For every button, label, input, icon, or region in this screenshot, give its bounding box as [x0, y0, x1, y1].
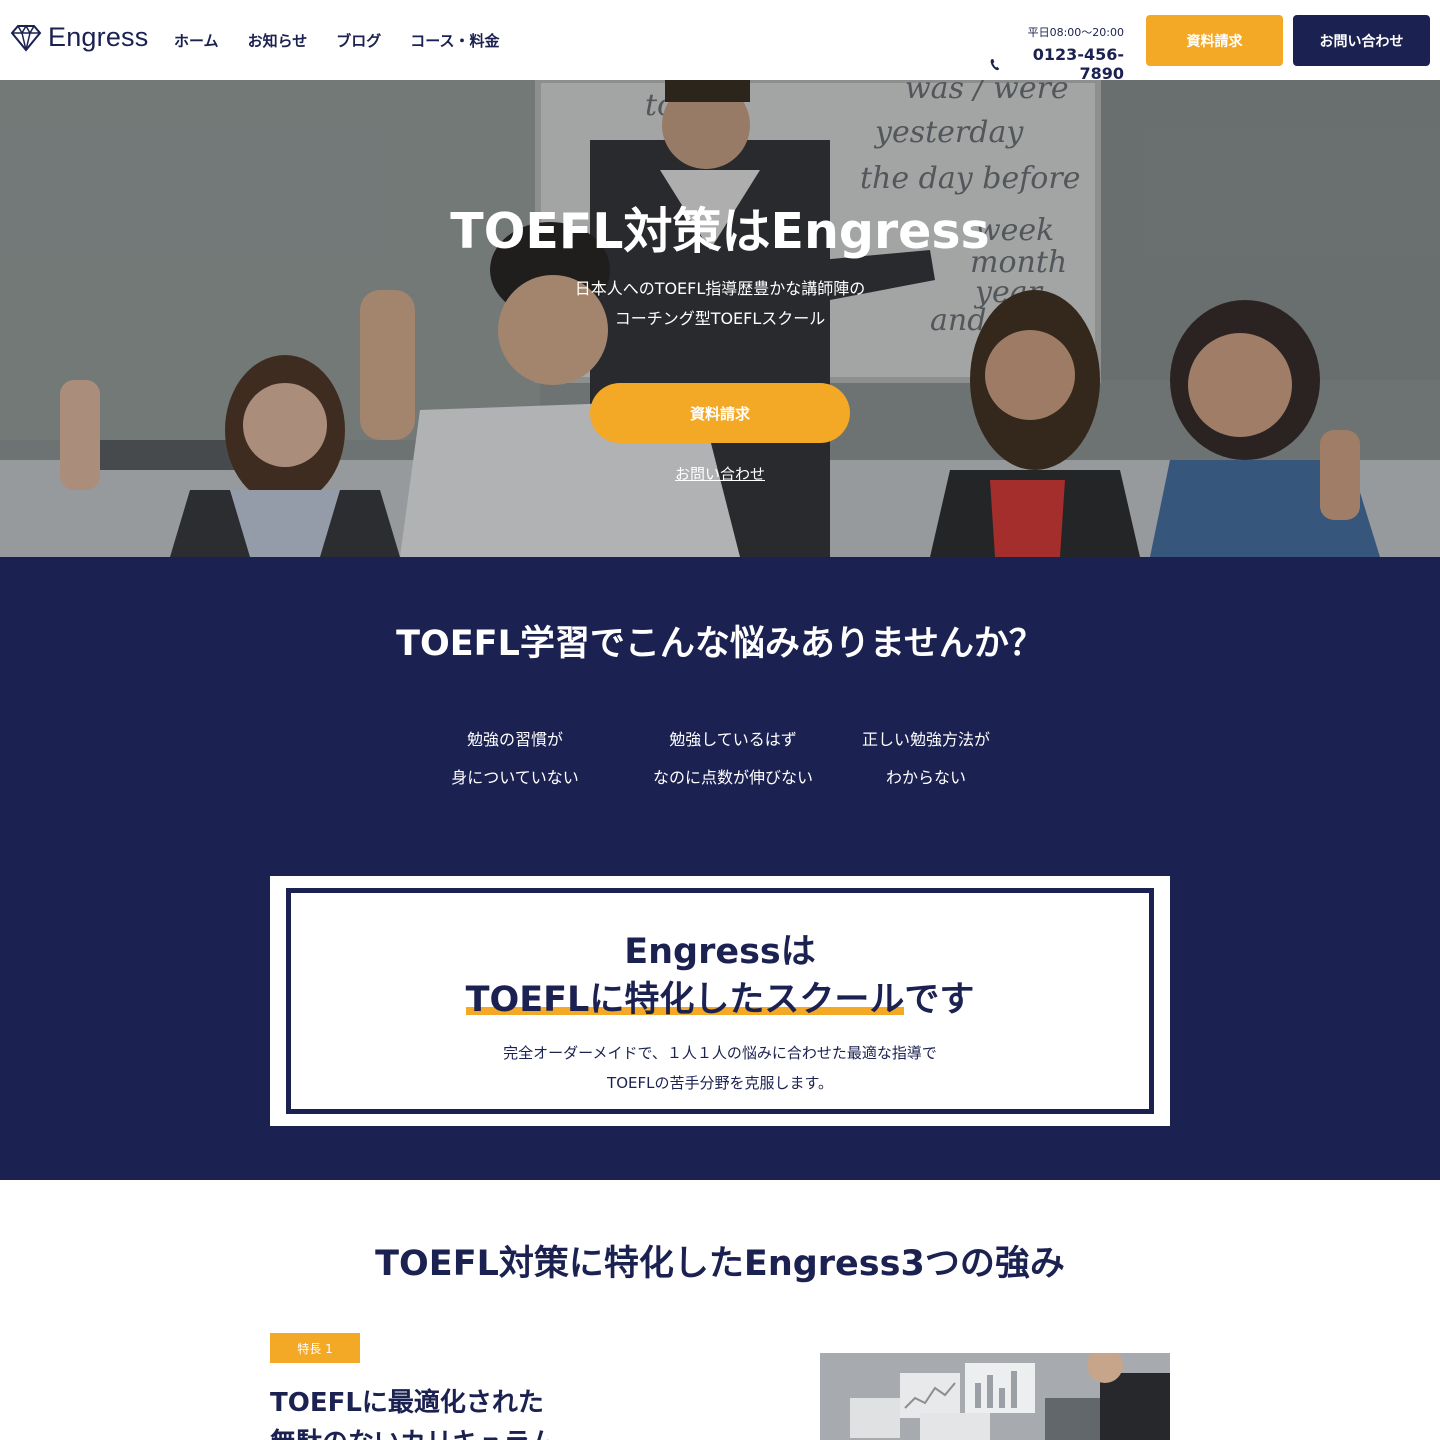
nav-courses[interactable]: コース・料金 [410, 30, 499, 51]
strength-heading-line2: 無駄のないカリキュラム [270, 1423, 555, 1440]
strength-heading-line1: TOEFLに最適化された [270, 1388, 544, 1418]
strength-photo [820, 1353, 1170, 1440]
nav-home[interactable]: ホーム [174, 30, 219, 51]
hero-request-docs-button[interactable]: 資料請求 [590, 383, 850, 443]
hero-subtitle: 日本人へのTOEFL指導歴豊かな講師陣の コーチング型TOEFLスクール [0, 274, 1440, 334]
nav-blog[interactable]: ブログ [336, 30, 381, 51]
problem-item: 正しい勉強方法が わからない [816, 721, 1036, 797]
main-nav: ホーム お知らせ ブログ コース・料金 [174, 30, 529, 51]
feature-badge: 特長 1 [270, 1333, 360, 1363]
hero-subtitle-line1: 日本人へのTOEFL指導歴豊かな講師陣の [574, 279, 866, 298]
contact-info: 平日08:00〜20:00 0123-456-7890 [990, 24, 1124, 83]
feature-box-heading-suffix: です [904, 980, 975, 1020]
phone-text: 0123-456-7890 [1032, 45, 1124, 83]
problem-item-line2: 身についていない [451, 768, 579, 787]
problems-section: TOEFL学習でこんな悩みありませんか？ 勉強の習慣が 身についていない 勉強し… [0, 557, 1440, 1180]
feature-box: Engressは TOEFLに特化したスクールです 完全オーダーメイドで、１人１… [270, 876, 1170, 1126]
problems-title: TOEFL学習でこんな悩みありませんか？ [396, 624, 1044, 664]
problem-item: 勉強の習慣が 身についていない [405, 721, 625, 797]
strength-image [820, 1353, 1170, 1440]
problem-item-line1: 正しい勉強方法が [861, 730, 990, 749]
logo[interactable]: Engress [10, 22, 148, 53]
logo-text: Engress [48, 22, 149, 52]
problem-item: 勉強しているはず なのに点数が伸びない [623, 721, 843, 797]
problem-item-line2: わからない [885, 768, 966, 787]
business-hours: 平日08:00〜20:00 [1027, 26, 1124, 39]
hero-title: TOEFL対策はEngress [450, 203, 990, 260]
feature-box-heading-line2: TOEFLに特化したスクールです [291, 971, 1149, 1022]
problem-item-line2: なのに点数が伸びない [652, 768, 813, 787]
feature-box-highlight: TOEFLに特化したスクール [465, 980, 905, 1020]
strength-heading: TOEFLに最適化された 無駄のないカリキュラム [270, 1383, 555, 1440]
problem-item-line1: 勉強の習慣が [466, 730, 563, 749]
feature-box-desc-line1: 完全オーダーメイドで、１人１人の悩みに合わせた最適な指導で [503, 1044, 937, 1062]
diamond-icon [10, 23, 42, 52]
header-request-docs-button[interactable]: 資料請求 [1146, 15, 1283, 66]
phone-number[interactable]: 0123-456-7890 [990, 45, 1124, 83]
hero-contact-link-text[interactable]: お問い合わせ [675, 465, 765, 483]
feature-box-description: 完全オーダーメイドで、１人１人の悩みに合わせた最適な指導で TOEFLの苦手分野… [291, 1038, 1149, 1098]
problem-item-line1: 勉強しているはず [669, 730, 797, 749]
header-contact-button[interactable]: お問い合わせ [1293, 15, 1430, 66]
nav-news[interactable]: お知らせ [248, 30, 308, 51]
feature-box-heading-line1: Engressは [624, 932, 816, 972]
hero-subtitle-line2: コーチング型TOEFLスクール [614, 309, 826, 328]
feature-box-desc-line2: TOEFLの苦手分野を克服します。 [607, 1074, 833, 1092]
phone-icon [990, 58, 1000, 70]
hero-contact-link: お問い合わせ [0, 463, 1440, 484]
strengths-title: TOEFL対策に特化したEngress3つの強み [375, 1244, 1065, 1284]
site-header: Engress ホーム お知らせ ブログ コース・料金 平日08:00〜20:0… [0, 0, 1440, 83]
feature-box-border: Engressは TOEFLに特化したスクールです 完全オーダーメイドで、１人１… [286, 888, 1154, 1114]
hero-section: to be was / were yesterday the day befor… [0, 80, 1440, 557]
